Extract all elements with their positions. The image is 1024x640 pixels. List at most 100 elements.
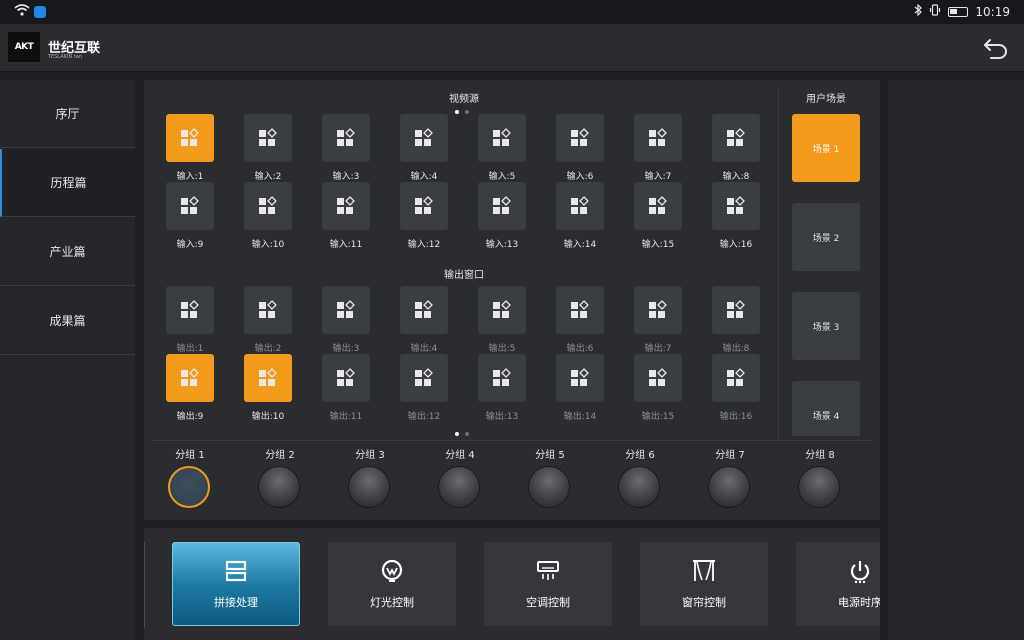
- sidebar-item-1[interactable]: 序厅: [0, 80, 135, 148]
- grid-diamond-icon: [493, 300, 511, 318]
- group-knob-1[interactable]: [168, 466, 210, 508]
- group-label: 分组 8: [805, 450, 835, 461]
- scene-button-4[interactable]: 场景 4: [792, 381, 860, 436]
- group-knob-6[interactable]: [618, 466, 660, 508]
- input-tile-3[interactable]: [322, 114, 370, 162]
- input-tile-15[interactable]: [634, 182, 682, 230]
- input-tile-8[interactable]: [712, 114, 760, 162]
- function-label: 拼接处理: [214, 596, 258, 609]
- scene-button-3[interactable]: 场景 3: [792, 292, 860, 360]
- output-window-title: 输出窗口: [444, 270, 484, 281]
- group-knob-4[interactable]: [438, 466, 480, 508]
- pager-dot: [455, 432, 459, 436]
- wifi-icon: [14, 4, 30, 19]
- output-tile-16[interactable]: [712, 354, 760, 402]
- output-tile-3[interactable]: [322, 286, 370, 334]
- tile-label: 输出:7: [644, 344, 672, 354]
- group-knob-7[interactable]: [708, 466, 750, 508]
- group-knob-2[interactable]: [258, 466, 300, 508]
- tile-label: 输出:12: [407, 412, 441, 422]
- tile-label: 输入:7: [644, 172, 672, 182]
- vibrate-icon: [929, 4, 941, 19]
- tile-label: 输出:4: [410, 344, 438, 354]
- input-tile-4[interactable]: [400, 114, 448, 162]
- function-button-4[interactable]: 窗帘控制: [640, 542, 768, 626]
- output-tile-13[interactable]: [478, 354, 526, 402]
- input-tile-16[interactable]: [712, 182, 760, 230]
- tile-label: 输入:10: [251, 240, 285, 250]
- sidebar-item-4[interactable]: 成果篇: [0, 287, 135, 355]
- grid-diamond-icon: [571, 196, 589, 214]
- tile-label: 输出:2: [254, 344, 282, 354]
- output-tile-14[interactable]: [556, 354, 604, 402]
- input-tile-2[interactable]: [244, 114, 292, 162]
- grid-diamond-icon: [259, 300, 277, 318]
- input-tile-1[interactable]: [166, 114, 214, 162]
- tile-label: 输出:8: [722, 344, 750, 354]
- tile-label: 输入:8: [722, 172, 750, 182]
- group-label: 分组 3: [355, 450, 385, 461]
- group-label: 分组 1: [175, 450, 205, 461]
- group-label: 分组 4: [445, 450, 475, 461]
- function-label: 空调控制: [526, 596, 570, 609]
- input-tile-10[interactable]: [244, 182, 292, 230]
- grid-diamond-icon: [649, 368, 667, 386]
- input-tile-14[interactable]: [556, 182, 604, 230]
- tile-label: 输出:14: [563, 412, 597, 422]
- output-tile-1[interactable]: [166, 286, 214, 334]
- output-pager[interactable]: [455, 432, 469, 436]
- group-knob-3[interactable]: [348, 466, 390, 508]
- sidebar-item-label: 序厅: [55, 107, 80, 121]
- group-knob-5[interactable]: [528, 466, 570, 508]
- output-tile-12[interactable]: [400, 354, 448, 402]
- input-tile-11[interactable]: [322, 182, 370, 230]
- input-tile-5[interactable]: [478, 114, 526, 162]
- output-tile-6[interactable]: [556, 286, 604, 334]
- battery-icon: [948, 6, 969, 17]
- grid-diamond-icon: [337, 128, 355, 146]
- grid-diamond-icon: [493, 368, 511, 386]
- group-knob-8[interactable]: [798, 466, 840, 508]
- pager-dot: [465, 110, 469, 114]
- input-tile-12[interactable]: [400, 182, 448, 230]
- function-button-1[interactable]: 拼接处理: [172, 542, 300, 626]
- tile-label: 输出:10: [251, 412, 285, 422]
- grid-diamond-icon: [415, 300, 433, 318]
- back-button[interactable]: [982, 34, 1010, 62]
- app-notification-icon: [34, 5, 46, 18]
- grid-diamond-icon: [337, 300, 355, 318]
- input-tile-9[interactable]: [166, 182, 214, 230]
- tile-label: 输入:9: [176, 240, 204, 250]
- output-tile-4[interactable]: [400, 286, 448, 334]
- output-tile-8[interactable]: [712, 286, 760, 334]
- tile-label: 输入:3: [332, 172, 360, 182]
- sidebar-item-3[interactable]: 产业篇: [0, 218, 135, 286]
- tile-label: 输出:6: [566, 344, 594, 354]
- output-tile-10[interactable]: [244, 354, 292, 402]
- video-source-pager[interactable]: [455, 110, 469, 114]
- grid-diamond-icon: [571, 368, 589, 386]
- tile-label: 输入:4: [410, 172, 438, 182]
- scene-button-1[interactable]: 场景 1: [792, 114, 860, 182]
- output-tile-9[interactable]: [166, 354, 214, 402]
- grid-diamond-icon: [493, 196, 511, 214]
- function-button-3[interactable]: 空调控制: [484, 542, 612, 626]
- output-tile-2[interactable]: [244, 286, 292, 334]
- output-tile-7[interactable]: [634, 286, 682, 334]
- output-tile-11[interactable]: [322, 354, 370, 402]
- grid-diamond-icon: [727, 128, 745, 146]
- grid-diamond-icon: [571, 128, 589, 146]
- tile-label: 输出:15: [641, 412, 675, 422]
- input-tile-7[interactable]: [634, 114, 682, 162]
- sidebar-item-2[interactable]: 历程篇: [0, 149, 135, 217]
- function-label: 窗帘控制: [682, 596, 726, 609]
- scene-button-2[interactable]: 场景 2: [792, 203, 860, 271]
- grid-diamond-icon: [181, 300, 199, 318]
- input-tile-13[interactable]: [478, 182, 526, 230]
- output-tile-15[interactable]: [634, 354, 682, 402]
- output-tile-5[interactable]: [478, 286, 526, 334]
- input-tile-6[interactable]: [556, 114, 604, 162]
- function-button-2[interactable]: 灯光控制: [328, 542, 456, 626]
- function-button-5[interactable]: 电源时序: [796, 542, 880, 626]
- bluetooth-icon: [914, 3, 923, 19]
